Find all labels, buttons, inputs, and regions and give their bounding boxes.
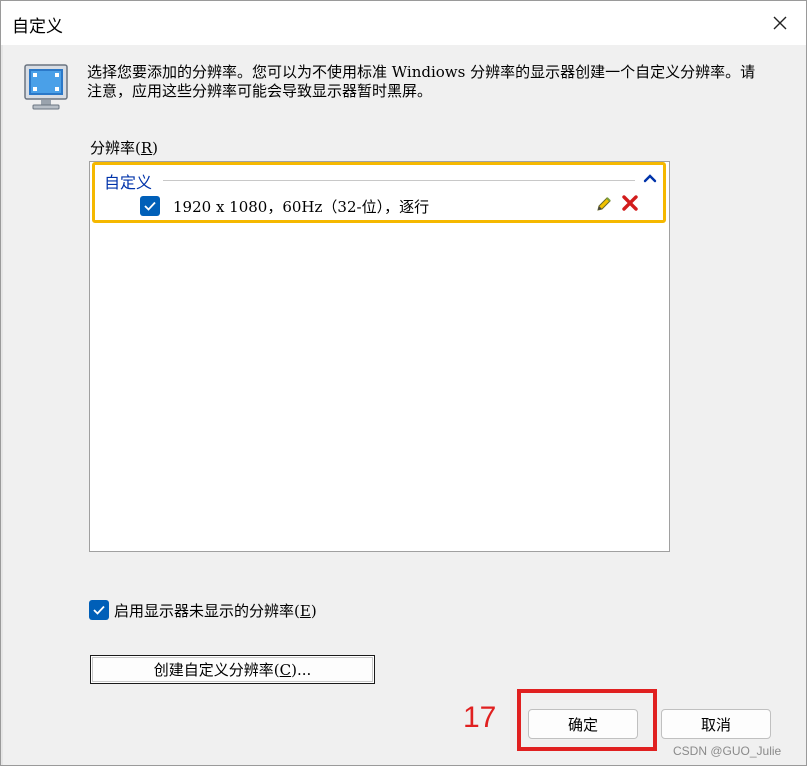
group-divider [163,180,635,181]
enable-label-prefix: 启用显示器未显示的分辨率( [114,602,300,620]
enable-label-suffix: ) [310,602,317,620]
checkmark-icon [144,201,156,211]
window-edge [1,45,3,765]
edit-pencil-icon[interactable] [595,195,613,213]
ok-button[interactable]: 确定 [528,709,638,739]
resolution-list-label: 分辨率(R) [90,137,158,158]
cancel-button[interactable]: 取消 [661,709,771,739]
watermark: CSDN @GUO_Julie [673,744,782,758]
resolution-item-text[interactable]: 1920 x 1080，60Hz（32-位），逐行 [173,196,429,217]
delete-x-icon[interactable] [621,194,639,212]
close-button[interactable] [766,9,794,37]
title-bar: 自定义 [1,1,806,45]
create-custom-resolution-button[interactable]: 创建自定义分辨率(C)... [90,655,375,684]
window-title: 自定义 [12,17,63,37]
step-annotation-number: 17 [463,701,497,734]
create-label-prefix: 创建自定义分辨率( [153,661,280,679]
close-icon [773,16,787,30]
create-label-suffix: )... [291,660,312,679]
group-title: 自定义 [104,175,153,192]
create-label-key: C [279,660,292,679]
monitor-icon [24,64,68,110]
resolution-label-prefix: 分辨率( [90,139,141,157]
resolution-label-key: R [140,139,153,157]
enable-unlisted-label[interactable]: 启用显示器未显示的分辨率(E) [114,600,317,621]
enable-unlisted-checkbox[interactable] [89,600,109,620]
chevron-up-icon[interactable] [642,171,658,185]
checkmark-icon [93,605,105,615]
enable-label-key: E [299,602,311,620]
resolution-item-checkbox[interactable] [140,196,160,216]
description-text: 选择您要添加的分辨率。您可以为不使用标准 Windiows 分辨率的显示器创建一… [87,63,756,100]
custom-resolution-dialog: 自定义 选择您要添加的分辨率。您可以为不使用标准 Windiows 分辨率的显示… [0,0,807,766]
resolution-label-suffix: ) [152,139,159,157]
